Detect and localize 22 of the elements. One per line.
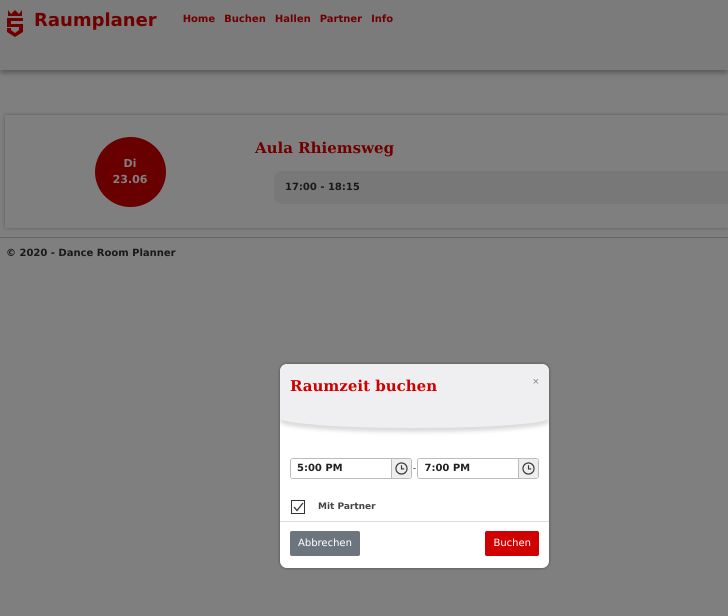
clock-icon[interactable] bbox=[522, 462, 535, 475]
brand-title[interactable]: Raumplaner bbox=[34, 10, 157, 31]
nav-link[interactable]: Hallen bbox=[274, 14, 311, 25]
clock-icon[interactable] bbox=[394, 462, 408, 475]
confirm-button[interactable]: Buchen bbox=[485, 531, 539, 556]
date-badge: Di 23.06 bbox=[94, 136, 166, 206]
nav-link[interactable]: Home bbox=[182, 14, 216, 25]
separator: - bbox=[412, 464, 418, 474]
nav-link[interactable]: Partner bbox=[320, 14, 362, 25]
close-button[interactable]: × bbox=[532, 376, 539, 388]
hall-title: Aula Rhiemsweg bbox=[255, 139, 396, 157]
footer-text: © 2020 - Dance Room Planner bbox=[6, 248, 177, 259]
crown-shield-icon bbox=[6, 9, 24, 37]
nav-link[interactable]: Info bbox=[371, 14, 394, 25]
checkbox-label: Mit Partner bbox=[318, 502, 376, 512]
start-time-field[interactable]: 5:00 PM bbox=[290, 458, 412, 479]
cancel-button[interactable]: Abbrechen bbox=[290, 531, 360, 556]
end-time-field[interactable]: 7:00 PM bbox=[417, 458, 539, 479]
dialog-title: Raumzeit buchen bbox=[290, 377, 438, 395]
partner-checkbox[interactable] bbox=[291, 500, 305, 514]
time-slot[interactable]: 17:00 - 18:15 bbox=[274, 171, 728, 204]
nav-link[interactable]: Buchen bbox=[224, 14, 266, 25]
